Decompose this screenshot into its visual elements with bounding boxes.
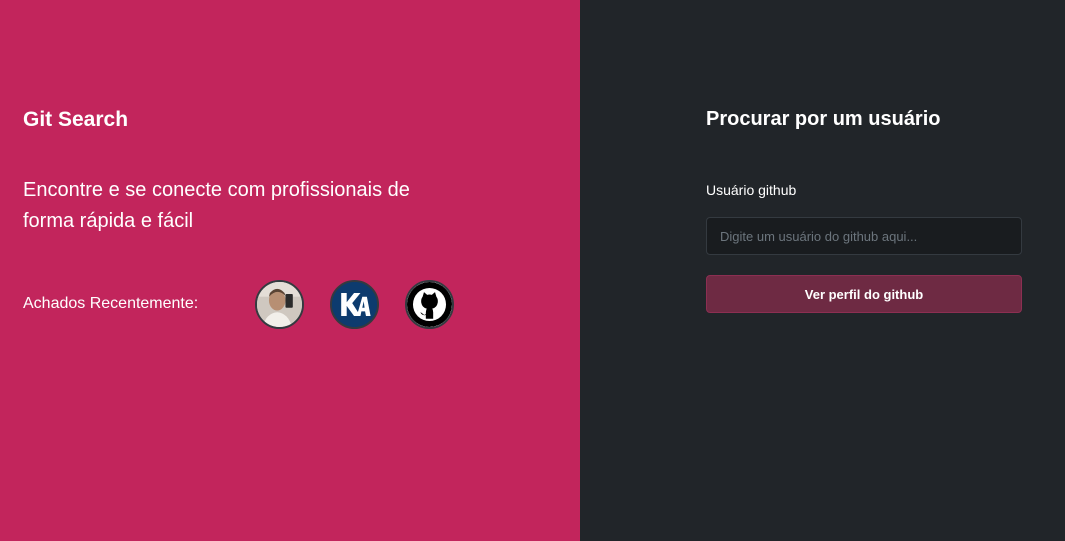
view-profile-button[interactable]: Ver perfil do github bbox=[706, 275, 1022, 313]
tagline: Encontre e se conecte com profissionais … bbox=[23, 179, 410, 232]
recent-label: Achados Recentemente: bbox=[23, 295, 199, 312]
app-title: Git Search bbox=[23, 108, 129, 131]
username-label: Usuário github bbox=[706, 182, 797, 198]
recent-user-avatar-3[interactable] bbox=[405, 280, 454, 329]
intro-panel: Git Search Encontre e se conecte com pro… bbox=[0, 0, 580, 541]
search-title: Procurar por um usuário bbox=[706, 108, 941, 130]
recent-avatars bbox=[255, 280, 454, 329]
ka-logo-avatar-icon bbox=[332, 282, 377, 327]
recent-user-avatar-2[interactable] bbox=[330, 280, 379, 329]
github-octocat-avatar-icon bbox=[407, 282, 452, 327]
user-photo-avatar-icon bbox=[257, 282, 302, 327]
username-input[interactable] bbox=[706, 217, 1022, 255]
search-panel: Procurar por um usuário Usuário github V… bbox=[580, 0, 1065, 541]
page: Git Search Encontre e se conecte com pro… bbox=[0, 0, 1065, 541]
recent-user-avatar-1[interactable] bbox=[255, 280, 304, 329]
